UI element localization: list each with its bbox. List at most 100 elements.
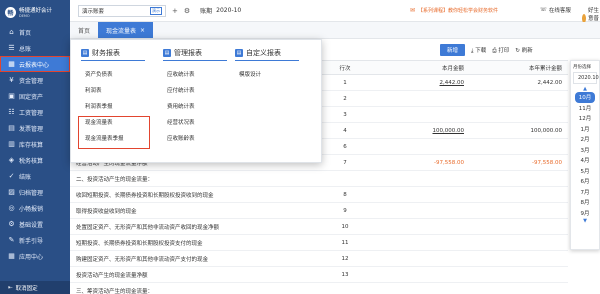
menu-item[interactable]: 模版设计 bbox=[235, 66, 315, 82]
sidebar-item-label: 库存核算 bbox=[19, 141, 44, 149]
sidebar-item-label: 工资管理 bbox=[19, 109, 44, 117]
menu-item[interactable]: 费用统计表 bbox=[163, 98, 243, 114]
table-row: 购建固定资产、无形资产和其他非流动资产支付的现金 12 bbox=[70, 251, 568, 267]
new-button[interactable]: 新增 bbox=[440, 44, 466, 56]
close-icon[interactable]: × bbox=[140, 27, 145, 34]
month-option[interactable]: 1月 bbox=[571, 124, 599, 135]
month-option[interactable]: 7月 bbox=[571, 187, 599, 198]
tab-bar: 首页 现金流量表 × bbox=[70, 22, 600, 39]
month-option[interactable]: 10月 bbox=[575, 92, 595, 103]
sidebar-item-label: 首页 bbox=[19, 29, 32, 37]
sidebar-item[interactable]: ✓ 结账 bbox=[0, 168, 70, 184]
row-ytd: -97,558.00 bbox=[532, 159, 562, 166]
logo-sub: DEMO bbox=[19, 14, 30, 18]
sidebar-item[interactable]: ▨ 归档管理 bbox=[0, 184, 70, 200]
highlight-box bbox=[78, 116, 150, 149]
tax-icon: ◈ bbox=[8, 155, 15, 164]
sidebar-item-label: 新手引导 bbox=[19, 237, 44, 245]
table-row: 取得投资收益收到的现金 9 bbox=[70, 203, 568, 219]
unpin-sidebar-button[interactable]: ⇤ 取消固定 bbox=[0, 281, 70, 294]
inventory-icon: ▥ bbox=[8, 139, 15, 148]
fund-icon: ¥ bbox=[9, 75, 14, 84]
menu-item[interactable]: 资产负债表 bbox=[81, 66, 161, 82]
row-ytd: 2,442.00 bbox=[537, 79, 563, 86]
row-line: 9 bbox=[343, 207, 347, 214]
row-item: 取得投资收益收到的现金 bbox=[76, 208, 137, 215]
row-item: 购建固定资产、无形资产和其他非流动资产支付的现金 bbox=[76, 256, 209, 263]
row-item: 二、投资活动产生的现金流量： bbox=[76, 176, 154, 183]
megaphone-icon: ✉ bbox=[410, 7, 416, 14]
course-notice[interactable]: ✉ 【系列课程】教你轻松学会财务软件 bbox=[410, 7, 498, 14]
print-icon: ⎙ bbox=[492, 47, 497, 54]
logo-icon: 畅 bbox=[5, 6, 16, 18]
month-option[interactable]: 6月 bbox=[571, 176, 599, 187]
sidebar-item-label: 结账 bbox=[19, 173, 32, 181]
row-ytd: 100,000.00 bbox=[530, 127, 563, 134]
asset-icon: ▣ bbox=[8, 91, 15, 100]
menu-item[interactable]: 应收账龄表 bbox=[163, 130, 243, 146]
sidebar-item[interactable]: ☷ 工资管理 bbox=[0, 104, 70, 120]
sidebar-item[interactable]: ▦ 应用中心 bbox=[0, 248, 70, 264]
sidebar-item-label: 总账 bbox=[19, 45, 32, 53]
sidebar-item[interactable]: ⌂ 首页 bbox=[0, 24, 70, 40]
refresh-button[interactable]: ↻ 刷新 bbox=[515, 46, 532, 54]
report-icon: ▦ bbox=[8, 59, 15, 68]
row-line: 4 bbox=[343, 127, 347, 134]
settings-icon: ⚙ bbox=[8, 219, 15, 228]
sidebar-item[interactable]: ▦ 云报表中心 bbox=[0, 56, 70, 72]
month-option[interactable]: 11月 bbox=[571, 103, 599, 114]
sidebar-item[interactable]: ¥ 资金管理 bbox=[0, 72, 70, 88]
menu-column-header: ▤ 管理报表 bbox=[163, 48, 227, 61]
month-option[interactable]: 4月 bbox=[571, 155, 599, 166]
month-option[interactable]: 8月 bbox=[571, 197, 599, 208]
table-row: 三、筹资活动产生的现金流量： bbox=[70, 283, 568, 294]
sidebar-item[interactable]: ◎ 小畅报销 bbox=[0, 200, 70, 216]
month-picker-year[interactable]: 2020.10 bbox=[573, 72, 599, 84]
month-option[interactable]: 3月 bbox=[571, 145, 599, 156]
sidebar-item[interactable]: ▥ 库存核算 bbox=[0, 136, 70, 152]
sidebar-item[interactable]: ▤ 发票管理 bbox=[0, 120, 70, 136]
col-ytd: 本年累计金额 bbox=[528, 65, 562, 72]
menu-item[interactable]: 经营状况表 bbox=[163, 114, 243, 130]
headset-icon: ☏ bbox=[540, 7, 547, 13]
custom-report-icon: ▤ bbox=[235, 49, 243, 57]
sidebar-item[interactable]: ☰ 总账 bbox=[0, 40, 70, 56]
menu-item[interactable]: 利润表 bbox=[81, 82, 161, 98]
account-select[interactable]: 演示账套 演示 bbox=[78, 4, 166, 17]
app-logo[interactable]: 畅 畅捷通好会计 DEMO bbox=[0, 0, 70, 24]
row-line: 11 bbox=[341, 239, 349, 246]
online-service-button[interactable]: ☏ 在线客服 bbox=[540, 6, 571, 14]
sidebar-item[interactable]: ◈ 税务核算 bbox=[0, 152, 70, 168]
salary-icon: ☷ bbox=[8, 107, 15, 116]
row-line: 12 bbox=[341, 255, 349, 262]
tab-label: 现金流量表 bbox=[106, 27, 137, 35]
tab-home[interactable]: 首页 bbox=[70, 22, 98, 38]
row-item: 处置固定资产、无形资产和其他非流动资产收回的现金净额 bbox=[76, 224, 220, 231]
guide-icon: ✎ bbox=[8, 235, 15, 244]
sidebar-item[interactable]: ⚙ 基础设置 bbox=[0, 216, 70, 232]
col-line: 行次 bbox=[339, 65, 351, 72]
finance-report-icon: ▤ bbox=[81, 49, 89, 57]
menu-item[interactable]: 应付统计表 bbox=[163, 82, 243, 98]
settings-icon[interactable]: ⚙ bbox=[184, 7, 190, 15]
menu-column-title: 财务报表 bbox=[92, 49, 120, 57]
menu-column-title: 管理报表 bbox=[174, 49, 202, 57]
tab-cashflow[interactable]: 现金流量表 × bbox=[98, 22, 154, 38]
add-icon[interactable]: + bbox=[172, 7, 178, 15]
download-button[interactable]: ⤓ 下载 bbox=[471, 46, 486, 55]
month-option[interactable]: 5月 bbox=[571, 166, 599, 177]
period-select[interactable]: 2020-10 bbox=[216, 7, 241, 14]
print-button[interactable]: ⎙ 打印 bbox=[492, 46, 509, 55]
row-line: 2 bbox=[343, 95, 347, 102]
menu-item[interactable]: 应收统计表 bbox=[163, 66, 243, 82]
row-line: 10 bbox=[341, 223, 349, 230]
month-option[interactable]: 12月 bbox=[571, 113, 599, 124]
sidebar-item[interactable]: ▣ 固定资产 bbox=[0, 88, 70, 104]
sidebar-item[interactable]: ✎ 新手引导 bbox=[0, 232, 70, 248]
report-toolbar: 新增 ⤓ 下载 ⎙ 打印 ↻ 刷新 bbox=[440, 44, 533, 56]
menu-item[interactable]: 利润表季报 bbox=[81, 98, 161, 114]
month-option[interactable]: 2月 bbox=[571, 134, 599, 145]
chevron-down-icon[interactable]: ▼ bbox=[571, 218, 599, 224]
account-name: 演示账套 bbox=[82, 8, 105, 15]
month-option[interactable]: 9月 bbox=[571, 208, 599, 219]
